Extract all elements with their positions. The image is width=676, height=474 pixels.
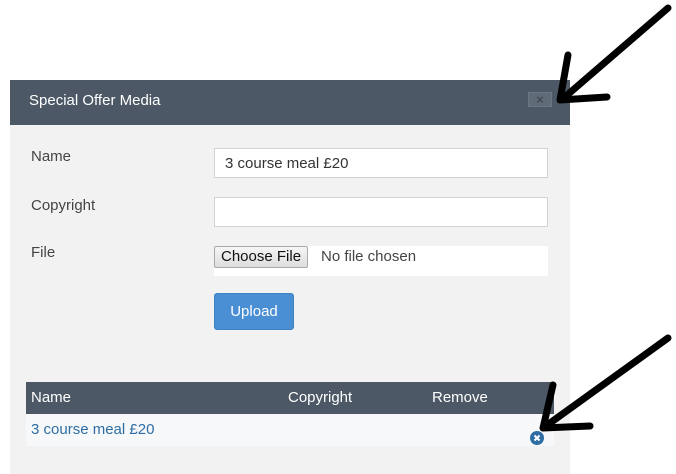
name-label: Name (31, 148, 72, 165)
arrow-icon (556, 4, 672, 104)
remove-circle-icon[interactable] (530, 431, 544, 445)
choose-file-button[interactable]: Choose File (214, 246, 309, 268)
file-status-text: No file chosen (321, 248, 417, 265)
media-name-link[interactable]: 3 course meal £20 (31, 421, 154, 439)
media-table: Name Copyright Remove 3 course meal £20 (26, 382, 554, 446)
dialog-header: Special Offer Media × (10, 80, 570, 125)
column-header-copyright: Copyright (288, 389, 353, 406)
dialog-title: Special Offer Media (29, 92, 161, 109)
column-header-remove: Remove (432, 389, 488, 406)
column-header-name: Name (31, 389, 72, 406)
table-header: Name Copyright Remove (26, 382, 554, 414)
close-button[interactable]: × (528, 92, 552, 107)
remove-x-glyph (533, 434, 541, 442)
screenshot-stage: Special Offer Media × Name Copyright Fil… (0, 0, 676, 474)
file-label: File (31, 244, 56, 261)
copyright-input[interactable] (214, 197, 548, 227)
close-icon: × (536, 92, 544, 107)
upload-button[interactable]: Upload (214, 293, 294, 330)
table-row: 3 course meal £20 (26, 414, 554, 446)
special-offer-media-dialog: Special Offer Media × Name Copyright Fil… (10, 80, 570, 474)
copyright-label: Copyright (31, 197, 96, 214)
file-input: Choose File No file chosen (214, 246, 548, 276)
name-input[interactable] (214, 148, 548, 178)
